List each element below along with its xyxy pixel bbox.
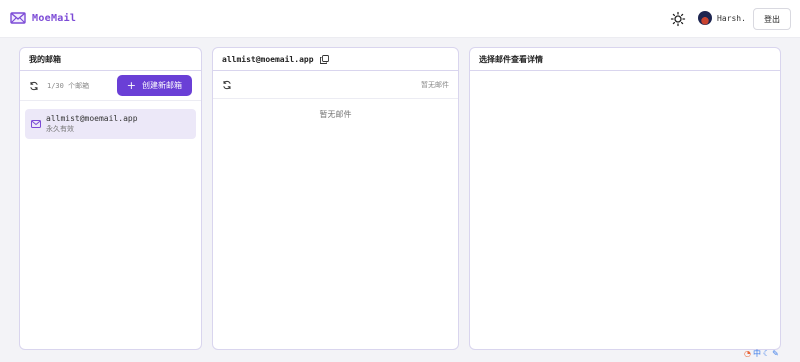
settings-icon[interactable]: ✎ xyxy=(772,349,779,359)
moon-icon[interactable]: ☾ xyxy=(763,349,770,359)
inbox-empty-message: 暂无邮件 xyxy=(319,110,352,119)
brand[interactable]: MoeMail xyxy=(10,10,76,26)
inbox-panel: allmist@moemail.app 暂无邮件 暂无邮件 xyxy=(212,47,459,350)
top-bar: MoeMail Harsh. 登出 xyxy=(0,0,800,38)
moemail-logo-icon xyxy=(10,12,26,24)
refresh-mailboxes-button[interactable] xyxy=(29,81,39,91)
refresh-icon xyxy=(223,80,231,89)
mail-detail-title: 选择邮件查看详情 xyxy=(479,54,543,64)
create-mailbox-button[interactable]: + 创建新邮箱 xyxy=(116,75,192,96)
plus-icon: + xyxy=(126,79,136,92)
mailbox-list-item[interactable]: allmist@moemail.app 永久有效 xyxy=(25,109,196,139)
inbox-toolbar: 暂无邮件 xyxy=(213,71,458,99)
refresh-inbox-button[interactable] xyxy=(222,80,232,90)
theme-toggle-button[interactable] xyxy=(670,11,686,27)
mailbox-panel: 我的邮箱 1/30 个邮箱 + 创建新邮箱 allmist@moemail.ap… xyxy=(19,47,202,350)
refresh-icon xyxy=(30,81,38,90)
mailbox-panel-header: 我的邮箱 xyxy=(20,48,201,71)
mail-detail-header: 选择邮件查看详情 xyxy=(470,48,780,71)
inbox-status: 暂无邮件 xyxy=(421,80,449,89)
ime-logo-icon[interactable]: ◔ xyxy=(744,349,751,359)
mailbox-panel-title: 我的邮箱 xyxy=(29,54,61,64)
ime-language-indicator[interactable]: 中 xyxy=(753,349,761,359)
mailbox-count: 1/30 个邮箱 xyxy=(47,81,90,90)
avatar xyxy=(698,11,712,25)
mail-icon xyxy=(31,120,41,128)
mailbox-address: allmist@moemail.app xyxy=(46,114,138,123)
app-name: MoeMail xyxy=(32,12,77,24)
create-mailbox-label: 创建新邮箱 xyxy=(142,81,182,90)
mailbox-expiry: 永久有效 xyxy=(46,125,74,133)
system-tray: ◔ 中 ☾ ✎ xyxy=(744,349,779,359)
sun-icon xyxy=(670,11,686,27)
mail-detail-panel: 选择邮件查看详情 xyxy=(469,47,781,350)
user-menu[interactable]: Harsh. xyxy=(698,11,746,25)
logout-button[interactable]: 登出 xyxy=(753,8,791,30)
mailbox-toolbar: 1/30 个邮箱 + 创建新邮箱 xyxy=(20,71,201,101)
inbox-panel-header: allmist@moemail.app xyxy=(213,48,458,71)
copy-icon[interactable] xyxy=(319,54,329,64)
inbox-address-title: allmist@moemail.app xyxy=(222,54,314,64)
user-name: Harsh. xyxy=(717,13,746,23)
